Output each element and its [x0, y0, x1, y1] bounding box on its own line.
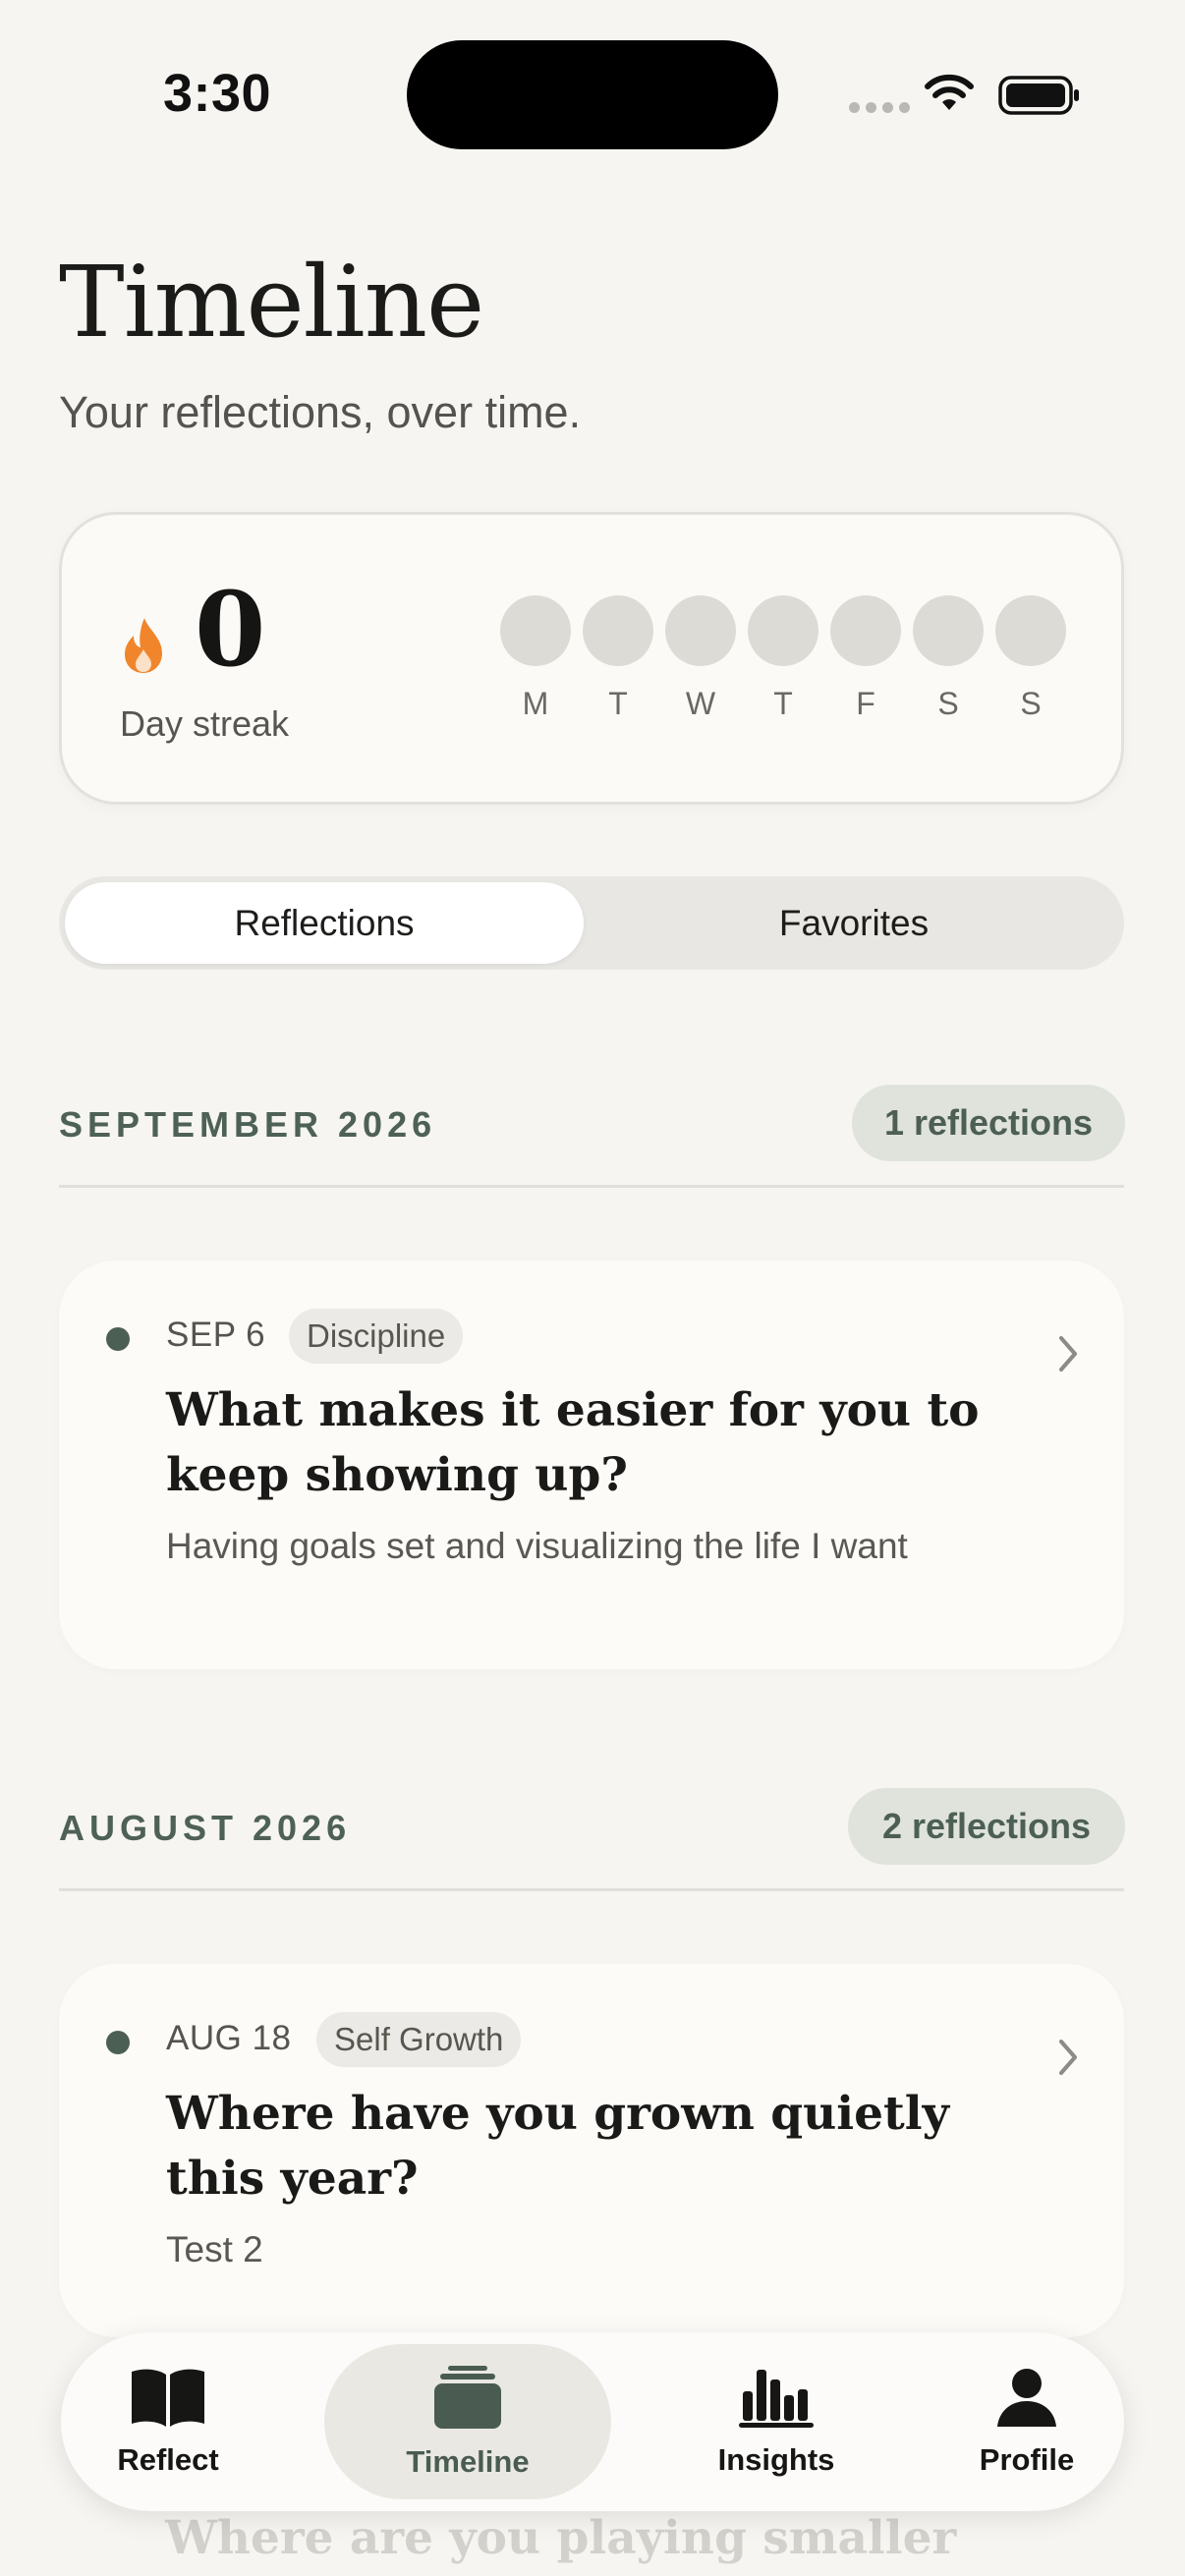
day-dot	[500, 595, 571, 666]
cellular-signal-icon	[849, 102, 910, 113]
reflection-card[interactable]: SEP 6 Discipline What makes it easier fo…	[59, 1260, 1124, 1669]
wifi-icon	[925, 74, 974, 110]
entry-bullet	[106, 1327, 130, 1351]
streak-count: 0	[195, 569, 266, 690]
day-letter: W	[685, 686, 716, 721]
section-divider	[59, 1185, 1124, 1188]
streak-label: Day streak	[120, 703, 290, 744]
day-friday: F	[830, 595, 901, 722]
week-tracker: M T W T F S S	[500, 595, 1066, 722]
day-dot	[830, 595, 901, 666]
bar-chart-icon	[739, 2370, 814, 2428]
battery-icon	[998, 76, 1079, 115]
entry-tag: Self Growth	[316, 2012, 522, 2067]
day-letter: T	[608, 686, 628, 721]
entry-question: What makes it easier for you to keep sho…	[166, 1383, 980, 1502]
tab-reflect[interactable]: Reflect	[98, 2344, 238, 2499]
chevron-right-icon	[1059, 1336, 1077, 1372]
entry-date: AUG 18	[166, 2019, 292, 2057]
tab-timeline[interactable]: Timeline	[324, 2344, 611, 2499]
entry-answer: Having goals set and visualizing the lif…	[166, 1526, 908, 1566]
month-header-august: AUGUST 2026	[59, 1808, 352, 1848]
entry-answer: Test 2	[166, 2229, 263, 2269]
tab-bar: Reflect Timeline Insights Profile	[61, 2332, 1124, 2511]
chevron-right-icon	[1059, 2040, 1077, 2075]
tab-profile[interactable]: Profile	[908, 2344, 1146, 2499]
tab-label: Insights	[717, 2442, 835, 2477]
day-letter: F	[856, 686, 875, 721]
day-thursday: T	[748, 595, 818, 722]
day-dot	[995, 595, 1066, 666]
entry-tag: Discipline	[289, 1309, 464, 1364]
person-icon	[997, 2369, 1056, 2427]
tab-label: Profile	[979, 2442, 1075, 2477]
day-dot	[665, 595, 736, 666]
month-header-september: SEPTEMBER 2026	[59, 1104, 437, 1145]
day-letter: M	[522, 686, 549, 721]
segment-reflections[interactable]: Reflections	[65, 882, 584, 964]
streak-card: 0 Day streak M T W T F S S	[59, 512, 1124, 805]
stack-icon	[434, 2366, 501, 2429]
day-saturday: S	[913, 595, 984, 722]
book-icon	[132, 2369, 204, 2427]
flame-icon	[125, 618, 162, 673]
page-title: Timeline	[59, 245, 484, 360]
tab-insights[interactable]: Insights	[650, 2344, 902, 2499]
tab-label: Timeline	[406, 2444, 530, 2479]
dynamic-island	[407, 40, 778, 149]
entry-question: Where have you grown quietly this year?	[166, 2087, 949, 2206]
view-segmented-control: Reflections Favorites	[59, 876, 1124, 970]
entry-question-faded: Where are you playing smaller	[165, 2511, 957, 2565]
day-dot	[583, 595, 653, 666]
status-time: 3:30	[163, 64, 272, 123]
month-count-badge: 1 reflections	[852, 1085, 1125, 1161]
day-dot	[913, 595, 984, 666]
day-letter: T	[773, 686, 793, 721]
page-subtitle: Your reflections, over time.	[59, 387, 582, 437]
day-wednesday: W	[665, 595, 736, 722]
day-tuesday: T	[583, 595, 653, 722]
day-letter: S	[1020, 686, 1042, 721]
entry-bullet	[106, 2031, 130, 2054]
day-monday: M	[500, 595, 571, 722]
segment-favorites[interactable]: Favorites	[590, 882, 1118, 964]
tab-label: Reflect	[117, 2442, 219, 2477]
entry-date: SEP 6	[166, 1316, 266, 1354]
day-letter: S	[937, 686, 959, 721]
reflection-card[interactable]: AUG 18 Self Growth Where have you grown …	[59, 1964, 1124, 2337]
day-dot	[748, 595, 818, 666]
day-sunday: S	[995, 595, 1066, 722]
month-count-badge: 2 reflections	[848, 1788, 1125, 1865]
section-divider	[59, 1888, 1124, 1891]
